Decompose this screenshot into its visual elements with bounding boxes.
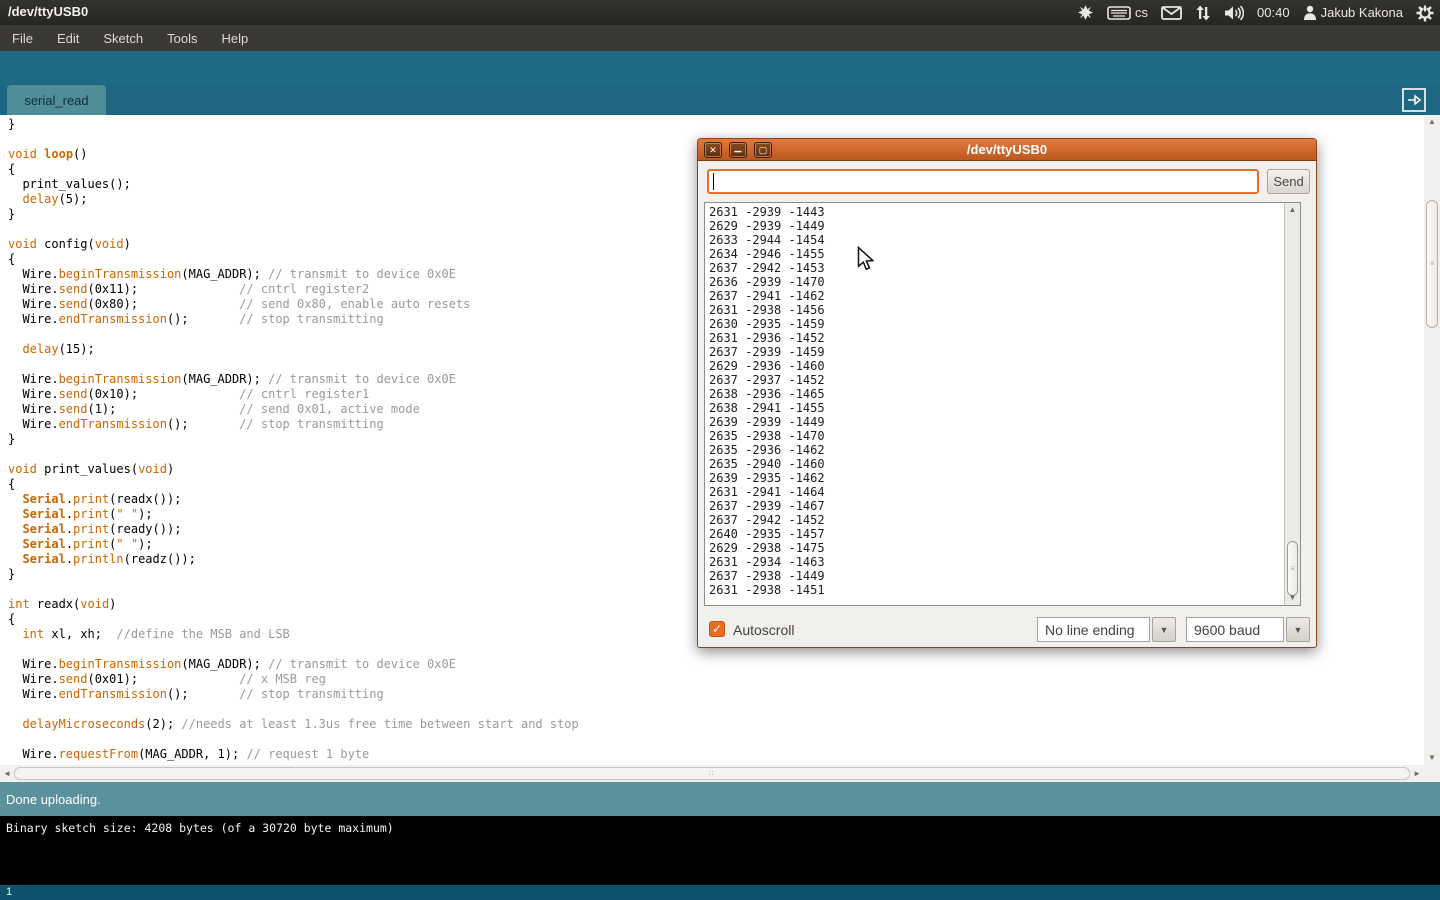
- new-tab-arrow-icon[interactable]: [1402, 88, 1426, 112]
- user-name-label: Jakub Kakona: [1321, 5, 1403, 20]
- serial-output-area[interactable]: 2631 -2939 -1443 2629 -2939 -1449 2633 -…: [704, 202, 1301, 606]
- mouse-cursor-icon: [857, 246, 875, 278]
- line-ending-select[interactable]: No line ending: [1037, 617, 1150, 642]
- serial-window-titlebar[interactable]: ✕ ▁ ▢ /dev/ttyUSB0: [698, 139, 1316, 161]
- text-caret: [713, 173, 714, 190]
- panel-window-title: /dev/ttyUSB0: [8, 4, 88, 19]
- mail-icon[interactable]: [1159, 0, 1184, 25]
- menu-file[interactable]: File: [0, 27, 45, 50]
- pinwheel-indicator-icon[interactable]: [1075, 0, 1096, 25]
- serial-send-input[interactable]: [707, 169, 1259, 194]
- keyboard-icon: [1107, 6, 1131, 20]
- serial-monitor-window: ✕ ▁ ▢ /dev/ttyUSB0 Send 2631 -2939 -1443…: [697, 138, 1317, 648]
- network-transfer-icon[interactable]: [1193, 0, 1213, 25]
- line-number-strip: 1: [0, 885, 1440, 900]
- panel-indicators: cs 00:40 Jakub Kakona: [1075, 0, 1436, 25]
- editor-vscroll-thumb[interactable]: ≡: [1426, 200, 1438, 328]
- baud-rate-value: 9600 baud: [1194, 622, 1260, 638]
- send-button[interactable]: Send: [1267, 169, 1310, 194]
- session-power-icon[interactable]: [1414, 0, 1436, 25]
- serial-vertical-scrollbar[interactable]: ▲ ≡ ▼: [1284, 203, 1300, 605]
- baud-rate-select[interactable]: 9600 baud: [1186, 617, 1284, 642]
- menubar: File Edit Sketch Tools Help: [0, 25, 1440, 51]
- scroll-up-arrow-icon[interactable]: ▲: [1285, 206, 1300, 214]
- scroll-up-arrow-icon[interactable]: ▲: [1424, 118, 1440, 126]
- user-indicator[interactable]: Jakub Kakona: [1301, 0, 1405, 25]
- editor-hscroll-thumb[interactable]: ∷: [14, 767, 1410, 780]
- volume-icon[interactable]: [1222, 0, 1246, 25]
- console-output: Binary sketch size: 4208 bytes (of a 307…: [0, 816, 1440, 885]
- top-panel: /dev/ttyUSB0 cs 00:40 Jakub Kakona: [0, 0, 1440, 25]
- tab-label: serial_read: [24, 93, 88, 108]
- serial-vscroll-thumb[interactable]: ≡: [1287, 541, 1298, 596]
- scroll-down-arrow-icon[interactable]: ▼: [1424, 754, 1440, 762]
- tab-serial-read[interactable]: serial_read: [7, 85, 106, 115]
- clock-indicator[interactable]: 00:40: [1255, 0, 1292, 25]
- status-message: Done uploading.: [6, 792, 101, 807]
- scrollbar-corner: [1424, 765, 1440, 782]
- clock-label: 00:40: [1257, 5, 1290, 20]
- scroll-left-arrow-icon[interactable]: ◄: [3, 770, 11, 778]
- scroll-down-arrow-icon[interactable]: ▼: [1285, 594, 1300, 602]
- menu-tools[interactable]: Tools: [155, 27, 209, 50]
- autoscroll-checkbox[interactable]: ✓: [709, 621, 725, 637]
- editor-horizontal-scrollbar[interactable]: ◄ ∷ ►: [0, 765, 1424, 782]
- status-bar: Done uploading.: [0, 782, 1440, 816]
- menu-sketch[interactable]: Sketch: [91, 27, 155, 50]
- tabbar: serial_read: [0, 85, 1440, 115]
- serial-output: 2631 -2939 -1443 2629 -2939 -1449 2633 -…: [705, 203, 1300, 597]
- line-ending-dropdown-arrow-icon[interactable]: ▼: [1152, 617, 1176, 642]
- user-icon: [1303, 5, 1317, 20]
- keyboard-layout-label: cs: [1135, 5, 1148, 20]
- keyboard-indicator[interactable]: cs: [1105, 0, 1150, 25]
- console-text: Binary sketch size: 4208 bytes (of a 307…: [6, 821, 394, 835]
- menu-help[interactable]: Help: [209, 27, 260, 50]
- editor-vertical-scrollbar[interactable]: ▲ ≡ ▼: [1424, 115, 1440, 765]
- autoscroll-label: Autoscroll: [733, 622, 794, 638]
- serial-window-title: /dev/ttyUSB0: [698, 142, 1316, 157]
- line-number: 1: [6, 886, 12, 898]
- menu-edit[interactable]: Edit: [45, 27, 91, 50]
- toolbar: [0, 51, 1440, 85]
- baud-dropdown-arrow-icon[interactable]: ▼: [1286, 617, 1310, 642]
- scroll-right-arrow-icon[interactable]: ►: [1413, 770, 1421, 778]
- line-ending-value: No line ending: [1045, 622, 1135, 638]
